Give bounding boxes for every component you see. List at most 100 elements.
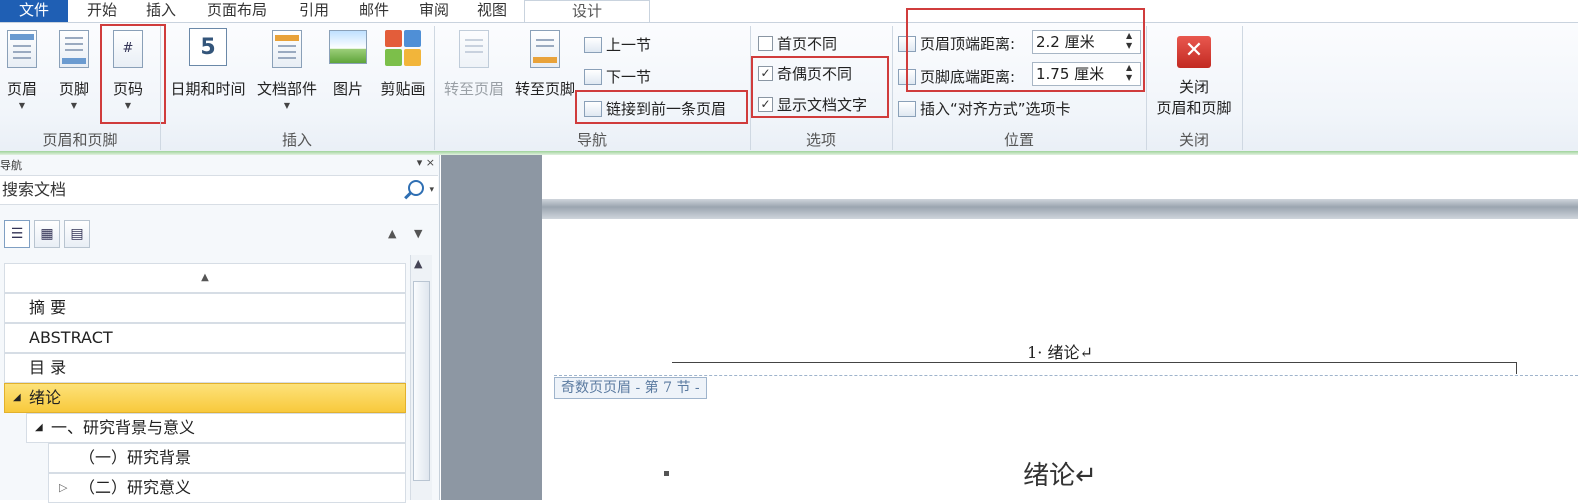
next-heading-icon[interactable]: ▼ — [414, 227, 422, 240]
list-item[interactable]: （一）研究背景 — [48, 443, 406, 473]
highlight-box — [906, 8, 1145, 92]
close-header-footer-button[interactable]: ✕ 关闭 页眉和页脚 — [1150, 36, 1238, 118]
goto-footer-label: 转至页脚 — [514, 80, 575, 98]
tab-browse-results[interactable]: ▤ — [64, 220, 90, 248]
next-section-button[interactable]: 下一节 — [584, 66, 651, 87]
page-gap — [542, 199, 1578, 219]
document-area: 1· 绪论↵ 奇数页页眉 - 第 7 节 - 绪论↵ — [441, 155, 1578, 500]
tab-file[interactable]: 文件 — [0, 0, 68, 22]
header-icon — [7, 30, 37, 68]
list-item[interactable]: ◢ 一、研究背景与意义 — [26, 413, 406, 443]
picture-button[interactable]: 图片 — [328, 30, 368, 99]
list-item-selected[interactable]: ◢ 绪论 — [4, 383, 406, 413]
results-view-icon: ▤ — [70, 226, 84, 242]
search-input[interactable]: 搜索文档 ▾ — [0, 175, 438, 205]
next-section-icon — [584, 68, 602, 85]
clip-art-button[interactable]: 剪贴画 — [374, 30, 432, 99]
chevron-down-icon: ▼ — [283, 101, 291, 110]
clip-art-label: 剪贴画 — [380, 80, 426, 98]
group-label-navigation: 导航 — [576, 131, 607, 149]
quick-parts-label: 文档部件 — [256, 80, 317, 98]
group-label-header-footer: 页眉和页脚 — [42, 131, 118, 149]
insert-alignment-tab-button[interactable]: 插入“对齐方式”选项卡 — [898, 98, 1071, 119]
next-section-label: 下一节 — [606, 68, 652, 86]
list-item-label: 一、研究背景与意义 — [51, 418, 196, 437]
chevron-down-icon: ▼ — [70, 101, 78, 110]
collapse-all-button[interactable]: ▲ — [4, 263, 406, 293]
header-rule — [672, 362, 1516, 363]
header-rule-corner — [1516, 362, 1517, 374]
list-item-label: （二）研究意义 — [79, 478, 192, 497]
tab-review[interactable]: 审阅 — [410, 0, 458, 22]
tab-home[interactable]: 开始 — [74, 0, 130, 22]
highlight-box — [575, 90, 748, 124]
group-divider — [1242, 26, 1243, 150]
highlight-box — [100, 24, 166, 124]
header-section-tag: 奇数页页眉 - 第 7 节 - — [554, 377, 707, 399]
clip-art-icon — [385, 30, 421, 66]
list-item[interactable]: 摘 要 — [4, 293, 406, 323]
list-item[interactable]: ▷ （二）研究意义 — [48, 473, 406, 503]
group-label-options: 选项 — [805, 131, 836, 149]
list-item-label: 绪论 — [29, 388, 62, 407]
goto-footer-button[interactable]: 转至页脚 — [510, 30, 580, 99]
quick-parts-button[interactable]: 文档部件 ▼ — [252, 30, 322, 110]
alignment-tab-icon — [898, 100, 916, 117]
picture-icon — [329, 30, 367, 64]
close-label-line2: 页眉和页脚 — [1156, 99, 1232, 117]
tab-page-layout[interactable]: 页面布局 — [196, 0, 278, 22]
highlight-box — [751, 56, 889, 118]
tab-mailings[interactable]: 邮件 — [350, 0, 398, 22]
close-label-line1: 关闭 — [1178, 78, 1209, 96]
nav-pane-scrollbar[interactable]: ▲ — [410, 255, 432, 500]
ribbon-tab-bar: 文件 开始 插入 页面布局 引用 邮件 审阅 视图 设计 — [0, 0, 1578, 23]
header-button-label: 页眉 — [6, 80, 37, 98]
previous-section-label: 上一节 — [606, 36, 652, 54]
date-time-label: 日期和时间 — [170, 80, 246, 98]
scroll-up-icon[interactable]: ▲ — [414, 257, 422, 270]
close-icon: ✕ — [1177, 36, 1211, 68]
header-boundary — [554, 375, 1578, 376]
chevron-down-icon[interactable]: ▾ — [429, 176, 434, 204]
quick-parts-icon — [272, 30, 302, 68]
expand-triangle-icon[interactable]: ◢ — [35, 414, 43, 442]
calendar-icon: 5 — [189, 28, 227, 66]
pages-view-icon: ▦ — [40, 226, 54, 242]
footer-button-label: 页脚 — [58, 80, 89, 98]
date-time-button[interactable]: 5 日期和时间 — [166, 28, 250, 99]
navigation-pane: 导航 ▾ × 搜索文档 ▾ ☰ ▦ ▤ ▲ ▼ ▲ 摘 要 ABSTRACT 目… — [0, 155, 440, 503]
group-label-insert: 插入 — [281, 131, 312, 149]
picture-label: 图片 — [332, 80, 363, 98]
different-first-page-checkbox[interactable]: 首页不同 — [758, 33, 837, 54]
tab-insert[interactable]: 插入 — [136, 0, 186, 22]
tab-references[interactable]: 引用 — [290, 0, 338, 22]
search-placeholder: 搜索文档 — [2, 180, 67, 199]
headings-view-icon: ☰ — [10, 226, 24, 242]
nav-pane-controls[interactable]: ▾ × — [417, 156, 435, 169]
group-label-position: 位置 — [1003, 131, 1034, 149]
insert-alignment-tab-label: 插入“对齐方式”选项卡 — [920, 100, 1071, 118]
search-icon[interactable] — [408, 180, 424, 196]
goto-footer-icon — [530, 30, 560, 68]
header-text[interactable]: 1· 绪论↵ — [542, 339, 1578, 363]
scrollbar-thumb[interactable] — [413, 281, 430, 481]
list-item[interactable]: ABSTRACT — [4, 323, 406, 353]
tab-browse-headings[interactable]: ☰ — [4, 220, 30, 248]
body-heading[interactable]: 绪论↵ — [542, 455, 1578, 492]
checkbox-unchecked-icon — [758, 36, 773, 51]
goto-header-button[interactable]: 转至页眉 — [438, 30, 510, 99]
previous-page — [542, 155, 1578, 199]
expand-triangle-icon[interactable]: ◢ — [13, 384, 21, 412]
previous-section-button[interactable]: 上一节 — [584, 34, 651, 55]
goto-header-icon — [459, 30, 489, 68]
previous-heading-icon[interactable]: ▲ — [388, 227, 396, 240]
tab-browse-pages[interactable]: ▦ — [34, 220, 60, 248]
tab-view[interactable]: 视图 — [468, 0, 516, 22]
tab-design[interactable]: 设计 — [524, 0, 650, 23]
header-button[interactable]: 页眉 ▼ — [0, 30, 44, 110]
current-page[interactable]: 1· 绪论↵ 奇数页页眉 - 第 7 节 - 绪论↵ — [542, 219, 1578, 500]
collapsed-triangle-icon[interactable]: ▷ — [59, 474, 67, 502]
list-item[interactable]: 目 录 — [4, 353, 406, 383]
group-label-close: 关闭 — [1178, 131, 1209, 149]
footer-button[interactable]: 页脚 ▼ — [52, 30, 96, 110]
